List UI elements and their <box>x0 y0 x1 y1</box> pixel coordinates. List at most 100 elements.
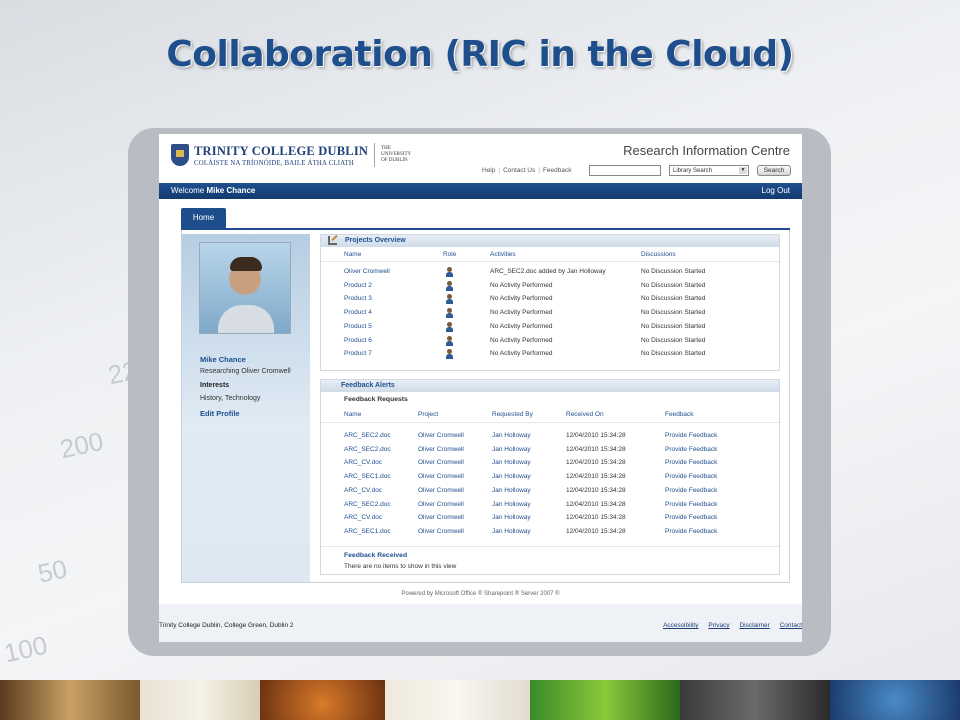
profile-sidebar: Mike Chance Researching Oliver Cromwell … <box>182 234 310 582</box>
project-link[interactable]: Oliver Cromwell <box>418 446 464 453</box>
logo-divider <box>374 143 376 167</box>
project-activity: No Activity Performed <box>490 281 553 289</box>
projects-overview-header: Projects Overview <box>321 235 779 247</box>
pencil-icon <box>328 236 337 245</box>
project-activity: No Activity Performed <box>490 309 553 317</box>
file-name-link[interactable]: ARC_CV.doc <box>344 514 382 521</box>
provide-feedback-link[interactable]: Provide Feedback <box>665 459 717 466</box>
file-name-link[interactable]: ARC_SEC1.doc <box>344 528 391 535</box>
tcd-logo[interactable]: TRINITY COLLEGE DUBLIN COLÁISTE NA TRÍON… <box>171 143 411 167</box>
project-name-link[interactable]: Oliver Cromwell <box>344 268 390 275</box>
feedback-received-label: Feedback Received <box>344 552 408 559</box>
provide-feedback-link[interactable]: Provide Feedback <box>665 473 717 480</box>
project-discussion: No Discussion Started <box>641 322 706 330</box>
user-role-icon <box>446 280 453 291</box>
background-number: 200 <box>57 425 106 465</box>
edit-profile-link[interactable]: Edit Profile <box>200 409 240 418</box>
requested-by-link[interactable]: Jan Holloway <box>492 528 531 535</box>
project-name-link[interactable]: Product 6 <box>344 337 372 344</box>
file-name-link[interactable]: ARC_CV.doc <box>344 487 382 494</box>
privacy-link[interactable]: Privacy <box>708 622 729 629</box>
project-activity: No Activity Performed <box>490 322 553 330</box>
project-link[interactable]: Oliver Cromwell <box>418 501 464 508</box>
background-number: 50 <box>35 553 70 589</box>
profile-name[interactable]: Mike Chance <box>200 355 246 364</box>
file-name-link[interactable]: ARC_SEC2.doc <box>344 501 391 508</box>
project-name-link[interactable]: Product 7 <box>344 350 372 357</box>
provide-feedback-link[interactable]: Provide Feedback <box>665 501 717 508</box>
requested-by-link[interactable]: Jan Holloway <box>492 514 531 521</box>
interests-label: Interests <box>200 382 230 389</box>
project-link[interactable]: Oliver Cromwell <box>418 473 464 480</box>
project-activity: No Activity Performed <box>490 350 553 358</box>
disclaimer-link[interactable]: Disclaimer <box>739 622 769 629</box>
search-scope-select[interactable]: Library Search ▼ <box>669 165 749 176</box>
column-header: Project <box>418 411 439 418</box>
contact-link[interactable]: Contact <box>780 622 802 629</box>
received-on: 12/04/2010 15:34:28 <box>566 432 626 439</box>
provide-feedback-link[interactable]: Provide Feedback <box>665 432 717 439</box>
project-link[interactable]: Oliver Cromwell <box>418 528 464 535</box>
requested-by-link[interactable]: Jan Holloway <box>492 459 531 466</box>
project-discussion: No Discussion Started <box>641 268 706 275</box>
provide-feedback-link[interactable]: Provide Feedback <box>665 446 717 453</box>
requested-by-link[interactable]: Jan Holloway <box>492 432 531 439</box>
requested-by-link[interactable]: Jan Holloway <box>492 487 531 494</box>
user-role-icon <box>446 349 453 360</box>
feedback-alerts-title: Feedback Alerts <box>341 382 395 389</box>
file-name-link[interactable]: ARC_SEC1.doc <box>344 473 391 480</box>
contact-us-link[interactable]: Contact Us <box>503 167 535 174</box>
column-header: Requested By <box>492 411 533 418</box>
column-header: Activities <box>490 251 516 258</box>
help-link[interactable]: Help <box>482 167 495 174</box>
user-role-icon <box>446 335 453 346</box>
logout-link[interactable]: Log Out <box>762 183 790 199</box>
interests-value: History, Technology <box>200 395 261 402</box>
search-button[interactable]: Search <box>757 165 791 176</box>
column-header: Discussions <box>641 251 676 258</box>
search-scope-value: Library Search <box>673 168 713 174</box>
requested-by-link[interactable]: Jan Holloway <box>492 501 531 508</box>
file-name-link[interactable]: ARC_SEC2.doc <box>344 432 391 439</box>
received-on: 12/04/2010 15:34:28 <box>566 473 626 481</box>
accessibility-link[interactable]: Accessibility <box>663 622 698 629</box>
projects-overview-panel: Projects Overview Name Role Activities Disc… <box>320 234 780 371</box>
provide-feedback-link[interactable]: Provide Feedback <box>665 528 717 535</box>
tab-home[interactable]: Home <box>181 208 226 228</box>
project-name-link[interactable]: Product 3 <box>344 295 372 302</box>
feedback-received-empty: There are no items to show in this view <box>344 563 457 570</box>
project-link[interactable]: Oliver Cromwell <box>418 487 464 494</box>
user-role-icon <box>446 294 453 305</box>
requested-by-link[interactable]: Jan Holloway <box>492 473 531 480</box>
project-link[interactable]: Oliver Cromwell <box>418 432 464 439</box>
table-divider <box>321 261 779 262</box>
column-header: Name <box>344 411 362 418</box>
table-divider <box>321 422 779 423</box>
project-discussion: No Discussion Started <box>641 350 706 358</box>
feedback-alerts-header: Feedback Alerts <box>321 380 779 392</box>
project-discussion: No Discussion Started <box>641 309 706 317</box>
top-links: Help | Contact Us | Feedback <box>482 167 572 174</box>
search-input[interactable] <box>589 165 661 176</box>
received-on: 12/04/2010 15:34:28 <box>566 514 626 522</box>
provide-feedback-link[interactable]: Provide Feedback <box>665 514 717 521</box>
column-header: Name <box>344 251 362 258</box>
project-name-link[interactable]: Product 2 <box>344 282 372 289</box>
project-link[interactable]: Oliver Cromwell <box>418 514 464 521</box>
column-header: Role <box>443 251 457 258</box>
project-name-link[interactable]: Product 4 <box>344 309 372 316</box>
feedback-link[interactable]: Feedback <box>543 167 572 174</box>
project-link[interactable]: Oliver Cromwell <box>418 459 464 466</box>
file-name-link[interactable]: ARC_SEC2.doc <box>344 446 391 453</box>
project-activity: ARC_SEC2.doc added by Jan Holloway <box>490 268 606 275</box>
file-name-link[interactable]: ARC_CV.doc <box>344 459 382 466</box>
user-role-icon <box>446 267 453 277</box>
decorative-photo-strip <box>0 680 960 720</box>
table-divider <box>321 546 779 547</box>
requested-by-link[interactable]: Jan Holloway <box>492 446 531 453</box>
provide-feedback-link[interactable]: Provide Feedback <box>665 487 717 494</box>
project-activity: No Activity Performed <box>490 295 553 303</box>
project-name-link[interactable]: Product 5 <box>344 323 372 330</box>
project-discussion: No Discussion Started <box>641 295 706 303</box>
received-on: 12/04/2010 15:34:28 <box>566 459 626 467</box>
